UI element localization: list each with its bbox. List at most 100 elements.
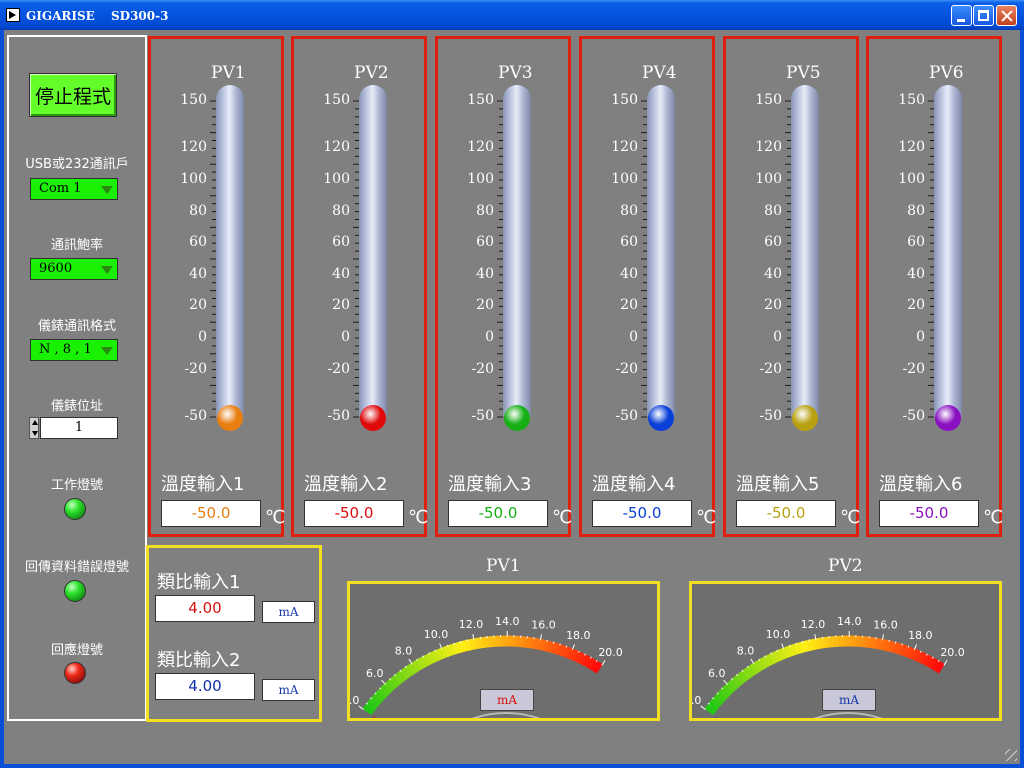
gauge-arc-segment [709, 697, 722, 709]
gauge-arc-segment [768, 652, 778, 664]
scale-tick-label: 0 [916, 329, 925, 345]
gauge-arc-segment [456, 641, 464, 654]
baud-select[interactable]: 9600 [30, 258, 118, 280]
scale-tick-label: 120 [323, 139, 350, 156]
scale-tick-label: 40 [907, 265, 925, 282]
gauge-tick [907, 645, 910, 648]
gauge-arc-segment [904, 646, 913, 659]
window-title: GIGARISE [26, 9, 95, 23]
gauge-arc-segment [935, 661, 945, 674]
scale-tick-label: 120 [755, 139, 782, 156]
gauge-tick [788, 644, 791, 647]
gauge-arc-segment [927, 657, 938, 670]
gauge-arc-segment [888, 640, 896, 653]
gauge-arc-segment [924, 655, 934, 667]
temperature-unit: ℃ [840, 507, 861, 528]
dropdown-arrow-icon[interactable] [101, 347, 113, 355]
scale-tick-label: 60 [620, 234, 638, 251]
gauge-scale-label: 14.0 [837, 615, 862, 628]
gauge-arc-segment [785, 645, 794, 658]
close-button[interactable] [996, 5, 1017, 26]
thermometer-panel-pv6: PV6 150 120 100 80 60 40 20 0 -20 -50 溫度輸入6 -50.0 ℃ [866, 36, 1003, 537]
gauge-arc-segment [439, 646, 448, 659]
gauge-tick [943, 660, 948, 666]
gauge-arc-segment [725, 681, 736, 693]
thermometer-bulb [935, 405, 961, 431]
thermometer-bulb [360, 405, 386, 431]
temperature-value: -50.0 [448, 500, 548, 527]
gauge-arc-segment [789, 643, 798, 656]
gauge-scale-label: 18.0 [908, 629, 933, 642]
gauge-arc-segment [745, 665, 756, 677]
format-select[interactable]: N , 8 , 1 [30, 339, 118, 361]
gauge-arc-segment [426, 652, 436, 664]
gauge-tick [801, 640, 804, 644]
gauge-tick [381, 679, 387, 685]
maximize-button[interactable] [973, 5, 994, 26]
window-frame-left [0, 30, 4, 768]
dropdown-arrow-icon[interactable] [101, 186, 113, 194]
gauge-arc-segment [367, 697, 380, 709]
gauge-unit: mA [480, 689, 534, 711]
minimize-button[interactable] [951, 5, 972, 26]
gauge-arc-segment [538, 638, 546, 651]
gauge-arc-segment [460, 640, 468, 653]
gauge-arc-segment [415, 658, 425, 670]
gauge-arc-segment [393, 673, 404, 685]
scale-tick-label: 0 [629, 329, 638, 345]
gauge-arc-segment [802, 640, 810, 653]
gauge-arc-segment [400, 667, 411, 680]
app-icon[interactable] [6, 8, 20, 22]
scale-tick-label: -50 [902, 408, 925, 424]
gauge-arc-segment [757, 658, 767, 670]
resize-grip[interactable] [1005, 749, 1017, 761]
gauge-tick [446, 644, 449, 647]
address-input[interactable]: 1 [40, 417, 118, 439]
response-led-indicator [64, 662, 86, 684]
format-label: 儀錶通訊格式 [37, 319, 116, 334]
scale-tick-label: 150 [323, 92, 350, 108]
gauge-panel-pv1: 4.0 6.0 8.0 10.0 12.0 14.0 16.0 18.0 20.0 mA [347, 581, 660, 721]
temperature-input-label: 溫度輸入2 [304, 474, 388, 495]
gauge-arc-segment [403, 665, 414, 677]
gauge-arc-segment [550, 642, 559, 654]
gauge-tick [552, 641, 555, 644]
stop-program-button[interactable]: 停止程式 [29, 73, 117, 117]
gauge-arc-segment [534, 638, 541, 650]
temperature-value: -50.0 [736, 500, 836, 527]
gauge-arc-segment [820, 637, 827, 649]
gauge-scale-label: 18.0 [566, 629, 591, 642]
port-value: Com 1 [39, 181, 82, 196]
gauge-arc-segment [396, 670, 407, 682]
gauge-tick [358, 705, 364, 710]
gauge-title: PV2 [828, 556, 863, 576]
gauge-scale-label: 8.0 [395, 645, 413, 658]
scale-tick-label: 0 [485, 329, 494, 345]
scale-tick-label: 150 [180, 92, 207, 108]
gauge-arc-segment [422, 653, 433, 666]
scale-tick-label: 0 [198, 329, 207, 345]
temperature-input-label: 溫度輸入3 [448, 474, 532, 495]
temperature-value: -50.0 [879, 500, 979, 527]
scale-tick-label: 150 [755, 92, 782, 108]
gauge-arc-segment [872, 637, 879, 649]
gauge-arc-segment [892, 642, 901, 654]
title-bar[interactable]: GIGARISE SD300-3 [0, 0, 1024, 30]
address-spinner[interactable] [29, 417, 39, 439]
scale-tick-label: 150 [898, 92, 925, 108]
gauge-scale-label: 6.0 [708, 667, 726, 680]
dropdown-arrow-icon[interactable] [101, 266, 113, 274]
format-value: N , 8 , 1 [39, 342, 92, 357]
port-select[interactable]: Com 1 [30, 178, 118, 200]
analog-input-panel: 類比輸入1 4.00 mA 類比輸入2 4.00 mA [146, 545, 322, 722]
scale-tick-label: 80 [476, 202, 494, 219]
thermometer-title: PV2 [354, 63, 389, 83]
gauge-title: PV1 [486, 556, 521, 576]
gauge-arc-segment [876, 638, 883, 650]
scale-tick-label: 40 [764, 265, 782, 282]
gauge-arc-segment [482, 636, 489, 648]
gauge-arc-segment [728, 678, 740, 691]
gauge-scale-label: 4.0 [350, 694, 359, 707]
thermometer-bulb [792, 405, 818, 431]
gauge-arc-segment [418, 656, 429, 668]
